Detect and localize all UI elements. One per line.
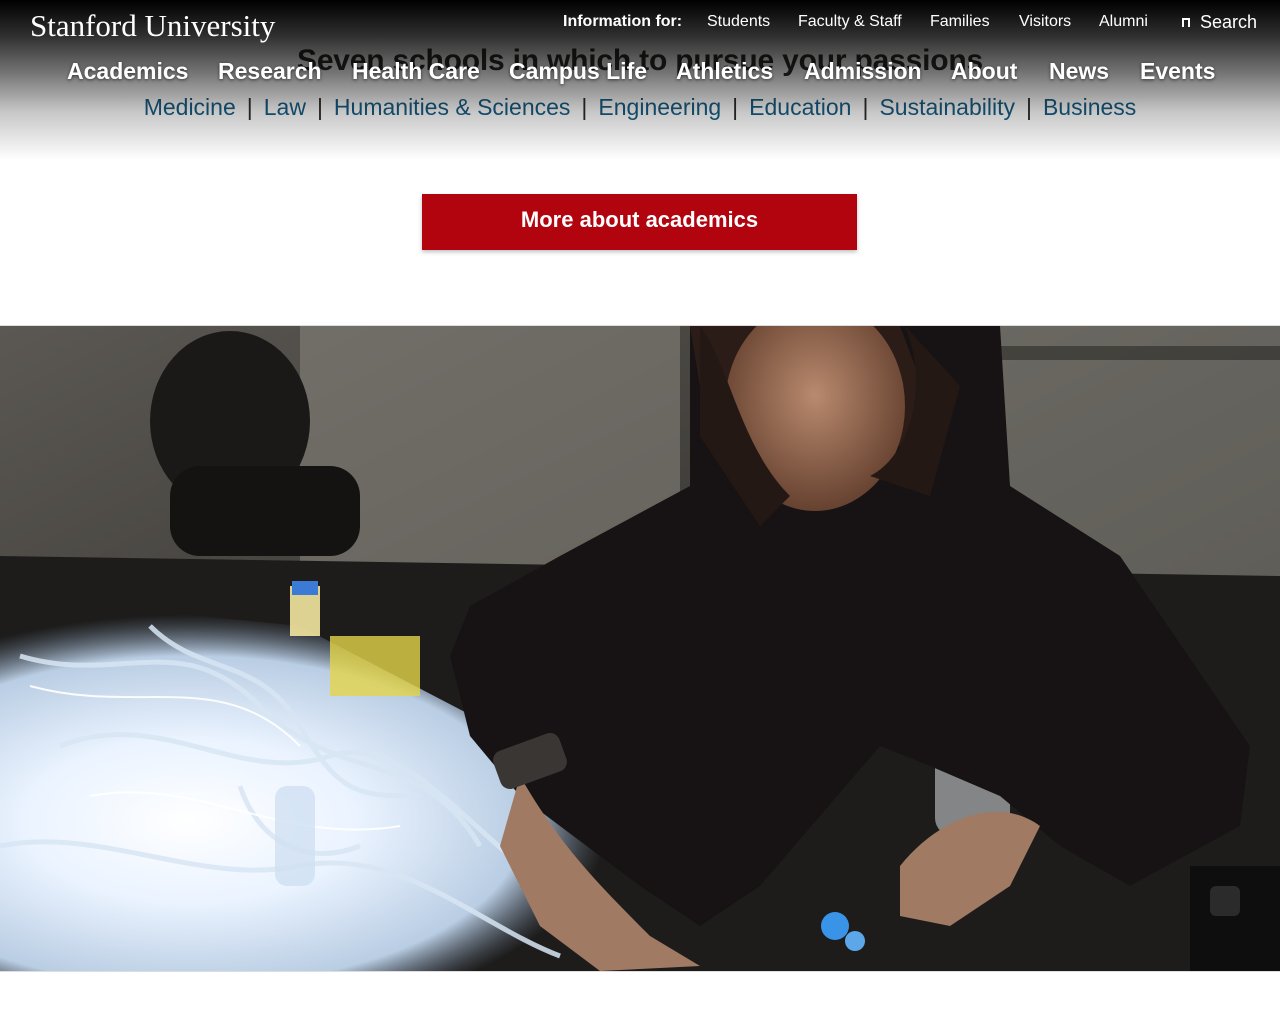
nav-campus-life[interactable]: Campus Life — [509, 58, 647, 85]
nav-admission[interactable]: Admission — [804, 58, 922, 85]
main-nav: Academics Research Health Care Campus Li… — [0, 58, 1280, 88]
separator: | — [581, 94, 588, 120]
separator: | — [246, 94, 253, 120]
search-label: Search — [1200, 12, 1258, 32]
stanford-wordmark[interactable]: Stanford University — [30, 8, 275, 44]
search-icon — [1182, 18, 1190, 27]
audience-link-students[interactable]: Students — [707, 13, 770, 31]
school-links: Medicine | Law | Humanities & Sciences | Engin… — [0, 94, 1280, 121]
nav-events[interactable]: Events — [1140, 58, 1215, 85]
audience-link-faculty-staff[interactable]: Faculty & Staff — [798, 13, 902, 31]
audience-nav-label: Information for: — [563, 13, 683, 30]
school-link-law[interactable]: Law — [264, 94, 306, 120]
nav-academics[interactable]: Academics — [67, 58, 188, 85]
audience-link-visitors[interactable]: Visitors — [1019, 13, 1071, 31]
nav-about[interactable]: About — [951, 58, 1017, 85]
site-header: Stanford University Information for: Stu… — [0, 0, 1280, 160]
separator: | — [732, 94, 739, 120]
school-link-medicine[interactable]: Medicine — [144, 94, 236, 120]
audience-link-alumni[interactable]: Alumni — [1099, 13, 1148, 31]
separator: | — [316, 94, 323, 120]
lab-photo-illustration — [0, 326, 1280, 971]
nav-research[interactable]: Research — [218, 58, 322, 85]
more-about-academics-button[interactable]: More about academics — [422, 194, 857, 250]
nav-health-care[interactable]: Health Care — [352, 58, 480, 85]
school-link-sustainability[interactable]: Sustainability — [879, 94, 1015, 120]
search-button[interactable]: Search — [1181, 12, 1257, 33]
hero-image — [0, 325, 1280, 972]
school-link-business[interactable]: Business — [1043, 94, 1136, 120]
nav-news[interactable]: News — [1049, 58, 1109, 85]
separator: | — [1025, 94, 1032, 120]
separator: | — [862, 94, 869, 120]
audience-link-families[interactable]: Families — [930, 13, 990, 31]
school-link-humanities-sciences[interactable]: Humanities & Sciences — [334, 94, 571, 120]
nav-athletics[interactable]: Athletics — [676, 58, 773, 85]
school-link-engineering[interactable]: Engineering — [598, 94, 721, 120]
school-link-education[interactable]: Education — [749, 94, 851, 120]
